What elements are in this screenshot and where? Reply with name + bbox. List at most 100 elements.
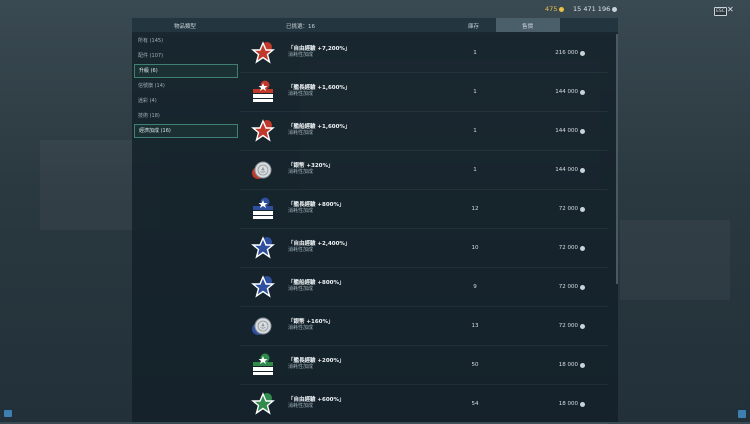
- silver-coin-icon: [612, 6, 618, 12]
- silver-coin-icon: [580, 89, 585, 95]
- price-value: 72 000: [558, 245, 578, 251]
- star-red-icon: [250, 40, 276, 66]
- table-row[interactable]: 「艦長經驗 +800%」 消耗性加成 12 72 000: [240, 190, 608, 229]
- price-value: 144 000: [555, 128, 578, 134]
- star-green-icon: [250, 391, 276, 417]
- item-price: 72 000: [495, 245, 585, 251]
- price-value: 144 000: [555, 167, 578, 173]
- chevron-blue-icon: [250, 196, 276, 222]
- gold-amount: 475: [545, 5, 558, 13]
- price-value: 18 000: [558, 401, 578, 407]
- esc-button[interactable]: ESC: [714, 7, 727, 16]
- top-bar: 475 15 471 196 ESC ✕: [0, 0, 750, 20]
- close-icon[interactable]: ✕: [727, 6, 734, 14]
- table-row[interactable]: 「艦船經驗 +800%」 消耗性加成 9 72 000: [240, 268, 608, 307]
- item-quantity: 13: [471, 323, 479, 329]
- item-quantity: 1: [473, 50, 477, 56]
- table-row[interactable]: ⚓ 「銀幣 +320%」 消耗性加成 1 144 000: [240, 151, 608, 190]
- item-description: 消耗性加成: [288, 91, 314, 97]
- item-price: 216 000: [495, 50, 585, 56]
- item-price: 18 000: [495, 401, 585, 407]
- item-quantity: 10: [471, 245, 479, 251]
- price-value: 18 000: [558, 362, 578, 368]
- notification-icon[interactable]: [738, 410, 746, 418]
- sidebar-item-3[interactable]: 信號旗 (14): [134, 79, 238, 93]
- price-value: 72 000: [558, 206, 578, 212]
- table-row[interactable]: 「自由經驗 +7,200%」 消耗性加成 1 216 000: [240, 34, 608, 73]
- sidebar-item-0[interactable]: 所有 (145): [134, 34, 238, 48]
- item-quantity: 50: [471, 362, 479, 368]
- price-value: 216 000: [555, 50, 578, 56]
- credits-amount: 15 471 196: [573, 5, 611, 13]
- table-header: 物品類型 已挑選：16 庫存 售價: [132, 18, 618, 32]
- silver-coin-icon: [580, 167, 585, 173]
- credits-balance: 15 471 196: [573, 5, 618, 13]
- price-value: 72 000: [558, 284, 578, 290]
- star-blue-icon: [250, 235, 276, 261]
- gold-coin-icon: [559, 6, 565, 12]
- item-price: 18 000: [495, 362, 585, 368]
- item-price: 144 000: [495, 167, 585, 173]
- item-price: 144 000: [495, 128, 585, 134]
- item-price: 72 000: [495, 206, 585, 212]
- item-description: 消耗性加成: [288, 130, 314, 136]
- table-row[interactable]: ⚓ 「銀幣 +160%」 消耗性加成 13 72 000: [240, 307, 608, 346]
- item-description: 消耗性加成: [288, 403, 314, 409]
- sidebar-item-1[interactable]: 配件 (107): [134, 49, 238, 63]
- chat-icon[interactable]: [4, 410, 12, 417]
- scrollbar[interactable]: [616, 34, 618, 284]
- coin-red-icon: ⚓: [250, 157, 276, 183]
- item-description: 消耗性加成: [288, 247, 314, 253]
- price-value: 144 000: [555, 89, 578, 95]
- category-sidebar: 所有 (145) 配件 (107) 升級 (6) 信號旗 (14) 迷彩 (4) 技術 (…: [134, 34, 238, 139]
- star-blue-icon: [250, 274, 276, 300]
- svg-text:⚓: ⚓: [260, 323, 266, 331]
- price-column-header-tab[interactable]: 售價: [496, 18, 560, 32]
- item-description: 消耗性加成: [288, 286, 314, 292]
- selected-count: 已挑選：16: [286, 24, 315, 30]
- sidebar-item-4[interactable]: 迷彩 (4): [134, 94, 238, 108]
- table-row[interactable]: 「艦船經驗 +1,600%」 消耗性加成 1 144 000: [240, 112, 608, 151]
- type-column-header: 物品類型: [174, 24, 197, 30]
- sidebar-item-2[interactable]: 升級 (6): [134, 64, 238, 78]
- inventory-panel: 物品類型 已挑選：16 庫存 售價 所有 (145) 配件 (107) 升級 (6)…: [132, 18, 618, 424]
- silver-coin-icon: [580, 323, 585, 329]
- silver-coin-icon: [580, 401, 585, 407]
- chevron-green-icon: [250, 352, 276, 378]
- table-row[interactable]: 「自由經驗 +600%」 消耗性加成 54 18 000: [240, 385, 608, 424]
- sidebar-item-5[interactable]: 技術 (18): [134, 109, 238, 123]
- table-row[interactable]: 「艦長經驗 +200%」 消耗性加成 50 18 000: [240, 346, 608, 385]
- silver-coin-icon: [580, 284, 585, 290]
- quantity-column-header[interactable]: 庫存: [468, 22, 479, 30]
- sidebar-item-6[interactable]: 經濟加成 (16): [134, 124, 238, 138]
- price-column-header: 售價: [522, 24, 534, 30]
- item-price: 144 000: [495, 89, 585, 95]
- item-quantity: 9: [473, 284, 477, 290]
- silver-coin-icon: [580, 128, 585, 134]
- price-value: 72 000: [558, 323, 578, 329]
- item-description: 消耗性加成: [288, 325, 314, 331]
- silver-coin-icon: [580, 206, 585, 212]
- item-price: 72 000: [495, 323, 585, 329]
- svg-text:⚓: ⚓: [260, 167, 266, 175]
- silver-coin-icon: [580, 245, 585, 251]
- item-description: 消耗性加成: [288, 364, 314, 370]
- star-red-icon: [250, 118, 276, 144]
- item-quantity: 1: [473, 167, 477, 173]
- table-row[interactable]: 「艦長經驗 +1,600%」 消耗性加成 1 144 000: [240, 73, 608, 112]
- item-quantity: 1: [473, 128, 477, 134]
- coin-blue-icon: ⚓: [250, 313, 276, 339]
- item-price: 72 000: [495, 284, 585, 290]
- gold-balance: 475: [545, 5, 565, 13]
- table-row[interactable]: 「自由經驗 +2,400%」 消耗性加成 10 72 000: [240, 229, 608, 268]
- item-quantity: 1: [473, 89, 477, 95]
- item-description: 消耗性加成: [288, 208, 314, 214]
- item-table: 「自由經驗 +7,200%」 消耗性加成 1 216 000 「艦長經驗 +1,…: [240, 34, 618, 424]
- item-quantity: 54: [471, 401, 479, 407]
- item-description: 消耗性加成: [288, 169, 314, 175]
- silver-coin-icon: [580, 362, 585, 368]
- chevron-red-icon: [250, 79, 276, 105]
- item-description: 消耗性加成: [288, 52, 314, 58]
- item-quantity: 12: [471, 206, 479, 212]
- silver-coin-icon: [580, 50, 585, 56]
